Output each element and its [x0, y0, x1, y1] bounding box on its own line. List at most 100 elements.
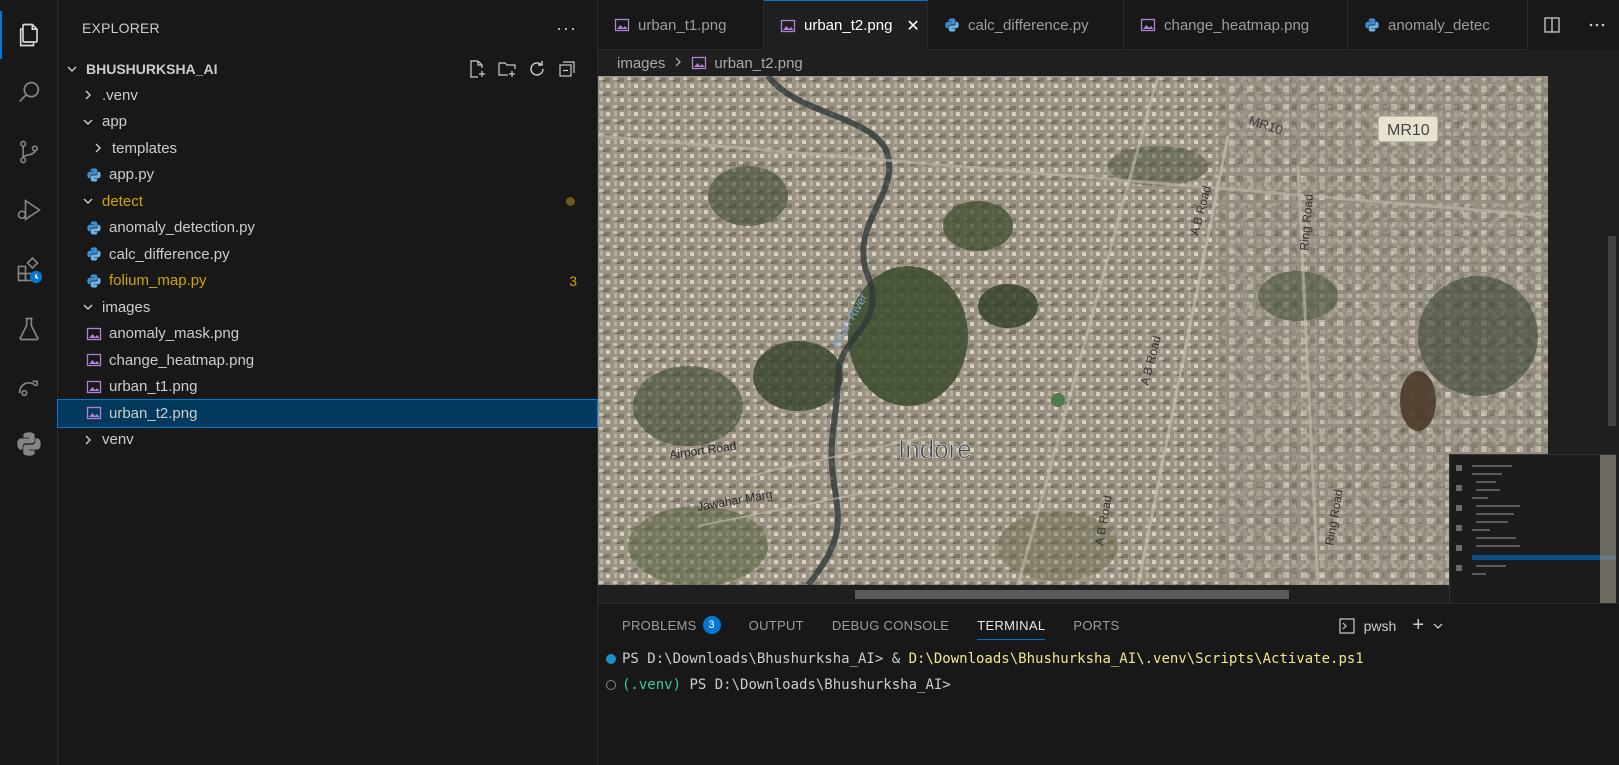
extensions-icon[interactable] — [0, 246, 58, 294]
chevron-down-icon[interactable] — [1432, 620, 1444, 632]
tree-item-label: calc_difference.py — [109, 245, 230, 263]
chevron-right-icon — [673, 55, 683, 72]
python-icon[interactable] — [0, 420, 58, 468]
editor-tab[interactable]: anomaly_detec — [1348, 0, 1528, 50]
editor-tab[interactable]: urban_t1.png — [598, 0, 764, 50]
source-control-icon[interactable] — [0, 128, 58, 176]
new-file-icon[interactable] — [467, 59, 487, 79]
split-editor-icon[interactable] — [1543, 16, 1561, 34]
map-label-city: Indore — [898, 434, 972, 464]
tab-ports[interactable]: PORTS — [1073, 604, 1119, 646]
remote-icon[interactable] — [0, 362, 58, 410]
editor-tab-label: urban_t1.png — [638, 16, 727, 34]
python-file-icon — [86, 220, 102, 236]
editor-actions — [1529, 0, 1619, 50]
horizontal-scroll-thumb[interactable] — [855, 590, 1289, 599]
explorer-sidebar: EXPLORER ··· BHUSHURKSHA_AI .venv app temp… — [57, 0, 598, 765]
editor-tab[interactable]: urban_t2.png ✕ — [764, 0, 928, 50]
chevron-down-icon — [64, 63, 80, 75]
tree-item-label: templates — [112, 139, 178, 157]
editor-tab-label: calc_difference.py — [968, 16, 1089, 34]
close-icon[interactable]: ✕ — [906, 16, 919, 36]
tree-file[interactable]: urban_t2.png — [57, 399, 598, 428]
tree-file[interactable]: folium_map.py 3 — [58, 268, 597, 295]
command-pending-dot — [606, 680, 616, 690]
panel-tabs: PROBLEMS 3 OUTPUT DEBUG CONSOLE TERMINAL… — [598, 604, 1619, 646]
terminal-shell-label[interactable]: pwsh — [1364, 618, 1397, 634]
tab-problems[interactable]: PROBLEMS 3 — [622, 604, 721, 646]
vertical-scroll-thumb[interactable] — [1608, 236, 1616, 426]
new-folder-icon[interactable] — [497, 59, 517, 79]
more-actions-icon[interactable]: ··· — [556, 18, 577, 39]
editor-tab[interactable]: calc_difference.py — [928, 0, 1124, 50]
image-file-icon — [614, 17, 638, 33]
terminal-venv-indicator: (.venv) — [622, 677, 682, 693]
tree-folder[interactable]: images — [58, 294, 597, 321]
image-file-icon — [86, 326, 102, 342]
python-file-icon — [1364, 17, 1388, 33]
tree-folder[interactable]: venv — [58, 427, 597, 454]
image-file-icon — [1140, 17, 1164, 33]
tab-output[interactable]: OUTPUT — [749, 604, 804, 646]
problems-count-badge: 3 — [702, 616, 721, 634]
tree-item-label: venv — [102, 431, 134, 449]
tree-file[interactable]: anomaly_detection.py — [58, 215, 597, 242]
tree-item-label: app — [102, 113, 128, 131]
tab-terminal[interactable]: TERMINAL — [977, 604, 1046, 646]
explorer-header: EXPLORER ··· — [58, 0, 597, 56]
tree-folder[interactable]: app — [58, 109, 597, 136]
more-actions-icon[interactable] — [1588, 16, 1606, 34]
tree-folder[interactable]: .venv — [58, 82, 597, 109]
refresh-icon[interactable] — [527, 59, 547, 79]
tree-item-label: anomaly_mask.png — [109, 325, 240, 343]
tree-item-label: .venv — [102, 86, 138, 104]
minimap-preview — [1449, 454, 1616, 620]
editor-tab[interactable]: change_heatmap.png — [1124, 0, 1348, 50]
chevron-right-icon — [80, 434, 96, 446]
add-terminal-icon[interactable]: + — [1412, 614, 1424, 637]
tree-folder[interactable]: detect — [58, 188, 597, 215]
terminal-prompt: PS D:\Downloads\Bhushurksha_AI> & — [622, 651, 909, 667]
python-file-icon — [86, 273, 102, 289]
tree-item-label: folium_map.py — [109, 272, 207, 290]
root-folder[interactable]: BHUSHURKSHA_AI — [58, 56, 597, 82]
search-icon[interactable] — [0, 68, 58, 116]
tree-item-label: urban_t2.png — [109, 404, 198, 422]
run-debug-icon[interactable] — [0, 186, 58, 234]
collapse-all-icon[interactable] — [557, 59, 577, 79]
python-file-icon — [86, 246, 102, 262]
editor-tab-label: change_heatmap.png — [1164, 16, 1310, 34]
terminal-actions: pwsh + — [1338, 614, 1444, 637]
tree-file[interactable]: app.py — [58, 162, 597, 189]
terminal-shell-icon[interactable] — [1338, 617, 1356, 635]
activity-bar — [0, 0, 58, 765]
terminal-output[interactable]: PS D:\Downloads\Bhushurksha_AI> & D:\Dow… — [598, 646, 1619, 698]
tree-item-label: urban_t1.png — [109, 378, 198, 396]
image-file-icon — [86, 405, 102, 421]
tree-file[interactable]: change_heatmap.png — [58, 347, 597, 374]
tree-file[interactable]: calc_difference.py — [58, 241, 597, 268]
terminal-prompt: PS D:\Downloads\Bhushurksha_AI> — [681, 677, 951, 693]
python-file-icon — [86, 167, 102, 183]
tab-debug-console[interactable]: DEBUG CONSOLE — [832, 604, 949, 646]
image-file-icon — [780, 18, 804, 34]
chevron-down-icon — [80, 301, 96, 313]
testing-icon[interactable] — [0, 305, 58, 353]
map-label-mr10-shield: MR10 — [1387, 122, 1430, 139]
breadcrumb: images urban_t2.png — [598, 50, 1619, 76]
tree-file[interactable]: anomaly_mask.png — [58, 321, 597, 348]
breadcrumb-folder[interactable]: images — [617, 55, 665, 72]
satellite-map-image: Indore MR10 MR10 A B Road A B Road A B R… — [598, 76, 1548, 585]
command-success-dot — [606, 654, 616, 664]
image-file-icon — [86, 379, 102, 395]
breadcrumb-file[interactable]: urban_t2.png — [714, 55, 802, 72]
chevron-right-icon — [80, 89, 96, 101]
file-tree: .venv app templates app.py detect anomaly_det… — [57, 82, 598, 454]
explorer-title: EXPLORER — [82, 20, 160, 36]
tree-file[interactable]: urban_t1.png — [58, 374, 597, 401]
explorer-icon[interactable] — [0, 11, 58, 59]
tree-folder[interactable]: templates — [58, 135, 597, 162]
python-file-icon — [944, 17, 968, 33]
terminal-line: PS D:\Downloads\Bhushurksha_AI> & D:\Dow… — [606, 646, 1619, 672]
tree-item-label: images — [102, 298, 151, 316]
